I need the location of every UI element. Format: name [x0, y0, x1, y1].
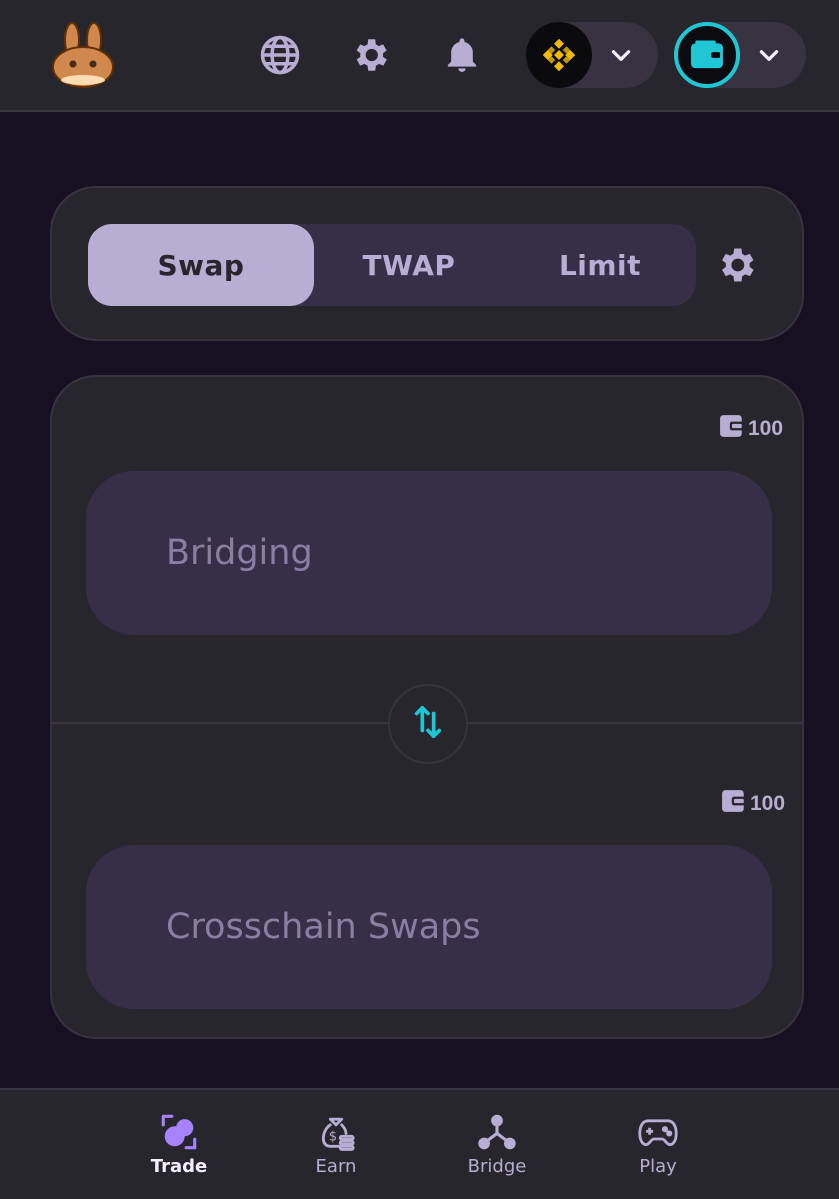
chevron-down-icon: [608, 42, 634, 72]
trade-icon: [157, 1112, 201, 1152]
nav-label-trade: Trade: [150, 1156, 208, 1177]
nav-item-trade[interactable]: Trade: [124, 1112, 234, 1182]
to-balance: 100: [721, 789, 785, 819]
wallet-icon: [719, 414, 745, 444]
nav-label-bridge: Bridge: [467, 1156, 527, 1177]
trade-mode-card: Swap TWAP Limit: [50, 186, 804, 341]
tab-twap[interactable]: TWAP: [314, 224, 504, 306]
globe-icon[interactable]: [258, 33, 302, 77]
switch-tokens-button[interactable]: [388, 684, 468, 764]
bell-icon[interactable]: [440, 33, 484, 77]
to-input[interactable]: Crosschain Swaps: [86, 845, 772, 1009]
gear-icon[interactable]: [348, 33, 392, 77]
wallet-icon: [721, 789, 747, 819]
from-input-placeholder: Bridging: [166, 533, 313, 573]
chevron-down-icon: [756, 42, 782, 72]
to-input-placeholder: Crosschain Swaps: [166, 907, 481, 947]
network-selector[interactable]: [526, 22, 658, 88]
bridge-icon: [475, 1112, 519, 1152]
trade-mode-tabs: Swap TWAP Limit: [88, 224, 696, 306]
bnb-chain-icon: [526, 22, 592, 88]
swap-arrows-icon: [411, 702, 445, 746]
top-bar: [0, 0, 839, 112]
money-bag-icon: $: [314, 1112, 358, 1152]
balance-value: 100: [750, 792, 786, 815]
svg-text:$: $: [329, 1130, 337, 1145]
nav-item-earn[interactable]: $ Earn: [281, 1112, 391, 1182]
nav-label-play: Play: [639, 1156, 677, 1177]
bottom-nav: Trade $ Earn Bridge Play: [0, 1088, 839, 1199]
tab-limit[interactable]: Limit: [504, 224, 696, 306]
swap-card: 100 Bridging 100 Crosschain Swaps: [50, 375, 804, 1039]
balance-value: 100: [748, 417, 784, 440]
wallet-selector[interactable]: [674, 22, 806, 88]
gear-icon[interactable]: [714, 243, 758, 291]
tab-swap[interactable]: Swap: [88, 224, 314, 306]
nav-item-bridge[interactable]: Bridge: [442, 1112, 552, 1182]
wallet-icon: [674, 22, 740, 88]
pancake-bunny-icon[interactable]: [48, 20, 118, 90]
from-balance: 100: [719, 414, 783, 444]
gamepad-icon: [636, 1112, 680, 1152]
nav-label-earn: Earn: [315, 1156, 357, 1177]
from-input[interactable]: Bridging: [86, 471, 772, 635]
nav-item-play[interactable]: Play: [603, 1112, 713, 1182]
